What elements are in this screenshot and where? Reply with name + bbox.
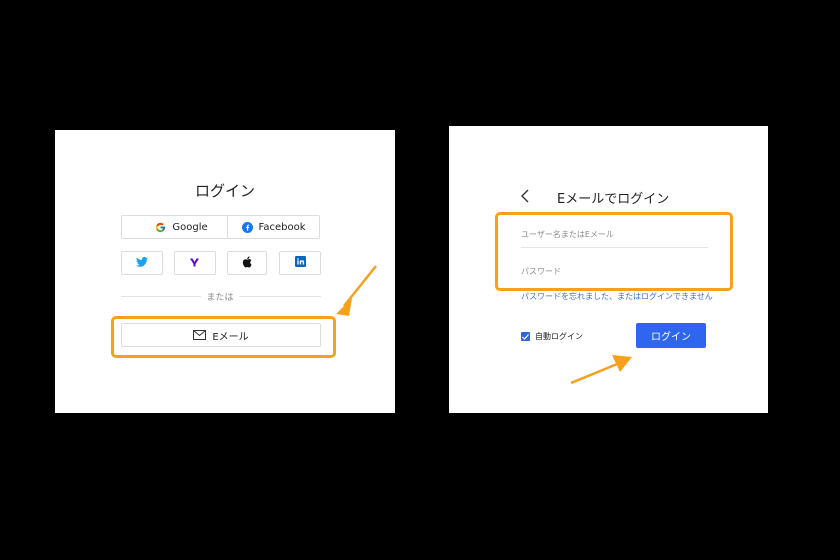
login-title: ログイン bbox=[194, 182, 255, 200]
email-login-title: Eメールでログイン bbox=[557, 192, 670, 207]
twitter-icon bbox=[136, 256, 148, 270]
facebook-label: Facebook bbox=[258, 221, 306, 233]
auto-login-checkbox[interactable] bbox=[521, 332, 530, 341]
yahoo-icon bbox=[189, 256, 201, 271]
facebook-login-button[interactable]: Facebook bbox=[227, 215, 320, 239]
auto-login-label: 自動ログイン bbox=[535, 332, 583, 341]
google-label: Google bbox=[172, 221, 208, 233]
highlight-box-email bbox=[111, 316, 336, 358]
google-login-button[interactable]: Google bbox=[121, 215, 242, 239]
login-button[interactable]: ログイン bbox=[636, 323, 706, 348]
apple-login-button[interactable] bbox=[227, 251, 267, 275]
checkmark-icon bbox=[522, 333, 529, 340]
divider-right bbox=[239, 296, 321, 297]
highlight-box-credentials bbox=[495, 212, 733, 291]
google-icon bbox=[155, 222, 166, 233]
linkedin-icon bbox=[294, 256, 306, 270]
social-login-panel: ログイン Google Facebook または Eメール bbox=[55, 130, 395, 413]
yahoo-login-button[interactable] bbox=[174, 251, 216, 275]
auto-login-option: 自動ログイン bbox=[521, 331, 583, 342]
back-chevron-icon[interactable] bbox=[519, 188, 533, 204]
email-login-panel: Eメールでログイン パスワードを忘れました、またはログインできません 自動ログイ… bbox=[449, 126, 768, 413]
divider-left bbox=[121, 296, 201, 297]
or-label: または bbox=[206, 293, 234, 303]
apple-icon bbox=[242, 256, 252, 271]
facebook-icon bbox=[241, 221, 253, 233]
twitter-login-button[interactable] bbox=[121, 251, 163, 275]
linkedin-login-button[interactable] bbox=[279, 251, 321, 275]
forgot-password-link[interactable]: パスワードを忘れました、またはログインできません bbox=[521, 291, 713, 302]
